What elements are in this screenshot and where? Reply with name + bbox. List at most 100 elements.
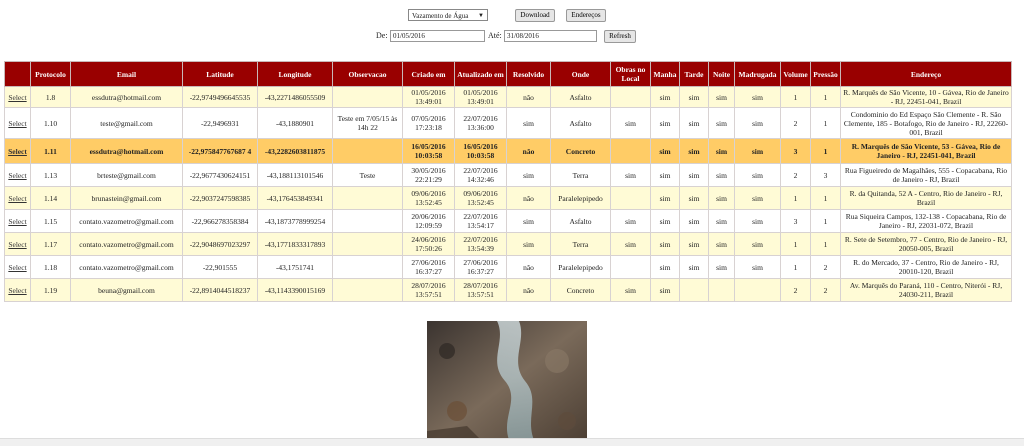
- cell-onde: Asfalto: [550, 209, 611, 233]
- cell-email: teste@gmail.com: [70, 107, 183, 139]
- column-header: Madrugada: [734, 61, 781, 87]
- download-button[interactable]: Download: [515, 9, 555, 22]
- column-header: Email: [70, 61, 183, 87]
- horizontal-scrollbar[interactable]: [0, 438, 1024, 446]
- cell-observacao: [332, 232, 403, 256]
- table-row: Select 1.10 teste@gmail.com -22,9496931 -43,…: [4, 107, 1012, 139]
- cell-madrugada: sim: [734, 107, 781, 139]
- cell-criado: 27/06/2016 16:37:27: [402, 255, 455, 279]
- cell-endereco: Av. Marquês do Paraná, 110 - Centro, Nit…: [840, 278, 1012, 302]
- cell-longitude: -43,2271486055509: [257, 86, 333, 108]
- select-link[interactable]: Select: [4, 186, 31, 210]
- cell-onde: Paralelepipedo: [550, 186, 611, 210]
- cell-protocolo: 1.13: [30, 163, 71, 187]
- cell-atualizado: 09/06/2016 13:52:45: [454, 186, 507, 210]
- de-date-input[interactable]: 01/05/2016: [390, 30, 485, 42]
- cell-resolvido: sim: [506, 232, 551, 256]
- select-link[interactable]: Select: [4, 278, 31, 302]
- column-header: Criado em: [402, 61, 455, 87]
- cell-protocolo: 1.17: [30, 232, 71, 256]
- cell-atualizado: 22/07/2016 13:36:00: [454, 107, 507, 139]
- cell-obras: [610, 138, 651, 164]
- cell-volume: 1: [780, 232, 811, 256]
- ate-date-input[interactable]: 31/08/2016: [504, 30, 597, 42]
- cell-pressao: 1: [810, 209, 841, 233]
- cell-observacao: [332, 86, 403, 108]
- cell-volume: 2: [780, 163, 811, 187]
- cell-endereco: R. do Mercado, 37 - Centro, Rio de Janei…: [840, 255, 1012, 279]
- cell-email: brteste@gmail.com: [70, 163, 183, 187]
- cell-pressao: 1: [810, 232, 841, 256]
- refresh-button[interactable]: Refresh: [604, 30, 636, 43]
- column-header: Volume: [780, 61, 811, 87]
- cell-endereco: Condominio do Ed Espaço São Clemente - R…: [840, 107, 1012, 139]
- cell-observacao: [332, 186, 403, 210]
- cell-criado: 16/05/2016 10:03:58: [402, 138, 455, 164]
- cell-volume: 3: [780, 138, 811, 164]
- column-header: Observacao: [332, 61, 403, 87]
- table-row: Select 1.15 contato.vazometro@gmail.com -22…: [4, 209, 1012, 233]
- select-link[interactable]: Select: [4, 107, 31, 139]
- cell-manha: sim: [650, 107, 680, 139]
- cell-longitude: -43,188113101546: [257, 163, 333, 187]
- cell-observacao: [332, 278, 403, 302]
- cell-noite: sim: [708, 209, 735, 233]
- select-link[interactable]: Select: [4, 163, 31, 187]
- cell-atualizado: 28/07/2016 13:57:51: [454, 278, 507, 302]
- cell-resolvido: não: [506, 255, 551, 279]
- cell-tarde: sim: [679, 163, 709, 187]
- cell-resolvido: não: [506, 186, 551, 210]
- cell-resolvido: sim: [506, 107, 551, 139]
- column-header: [4, 61, 31, 87]
- table-row: Select 1.18 contato.vazometro@gmail.com -22…: [4, 255, 1012, 279]
- cell-pressao: 2: [810, 278, 841, 302]
- column-header: Tarde: [679, 61, 709, 87]
- cell-observacao: Teste: [332, 163, 403, 187]
- cell-protocolo: 1.10: [30, 107, 71, 139]
- cell-noite: sim: [708, 107, 735, 139]
- table-body: Select 1.8 essdutra@hotmail.com -22,9749496…: [4, 86, 1012, 302]
- select-link[interactable]: Select: [4, 138, 31, 164]
- cell-pressao: 1: [810, 138, 841, 164]
- table-row: Select 1.19 beuna@gmail.com -22,89140445182…: [4, 278, 1012, 302]
- cell-manha: sim: [650, 255, 680, 279]
- cell-noite: sim: [708, 163, 735, 187]
- select-link[interactable]: Select: [4, 232, 31, 256]
- column-header: Latitude: [182, 61, 258, 87]
- cell-email: essdutra@hotmail.com: [70, 86, 183, 108]
- cell-criado: 20/06/2016 12:09:59: [402, 209, 455, 233]
- cell-email: contato.vazometro@gmail.com: [70, 232, 183, 256]
- table-row: Select 1.14 brunastein@gmail.com -22,903724…: [4, 186, 1012, 210]
- cell-observacao: [332, 255, 403, 279]
- cell-onde: Concreto: [550, 138, 611, 164]
- cell-madrugada: sim: [734, 232, 781, 256]
- top-toolbar: Vazamento de Água ▼ Download Endereços: [0, 9, 1024, 23]
- cell-resolvido: sim: [506, 163, 551, 187]
- cell-latitude: -22,9496931: [182, 107, 258, 139]
- select-link[interactable]: Select: [4, 209, 31, 233]
- column-header: Obras no Local: [610, 61, 651, 87]
- cell-manha: sim: [650, 86, 680, 108]
- category-select-value: Vazamento de Água: [412, 12, 469, 20]
- cell-protocolo: 1.15: [30, 209, 71, 233]
- cell-longitude: -43,1143390015169: [257, 278, 333, 302]
- cell-pressao: 1: [810, 186, 841, 210]
- column-header: Resolvido: [506, 61, 551, 87]
- column-header: Atualizado em: [454, 61, 507, 87]
- cell-observacao: [332, 209, 403, 233]
- cell-madrugada: sim: [734, 163, 781, 187]
- table-row: Select 1.11 essdutra@hotmail.com -22,975847…: [4, 138, 1012, 164]
- enderecos-button[interactable]: Endereços: [566, 9, 606, 22]
- cell-tarde: sim: [679, 232, 709, 256]
- cell-volume: 1: [780, 186, 811, 210]
- cell-tarde: sim: [679, 255, 709, 279]
- date-filter-bar: De: 01/05/2016 Até: 31/08/2016 Refresh: [0, 30, 1024, 44]
- cell-latitude: -22,975847767687 4: [182, 138, 258, 164]
- cell-email: brunastein@gmail.com: [70, 186, 183, 210]
- category-select[interactable]: Vazamento de Água ▼: [408, 9, 488, 21]
- cell-onde: Asfalto: [550, 86, 611, 108]
- cell-longitude: -43,1771833317893: [257, 232, 333, 256]
- select-link[interactable]: Select: [4, 86, 31, 108]
- select-link[interactable]: Select: [4, 255, 31, 279]
- cell-tarde: sim: [679, 209, 709, 233]
